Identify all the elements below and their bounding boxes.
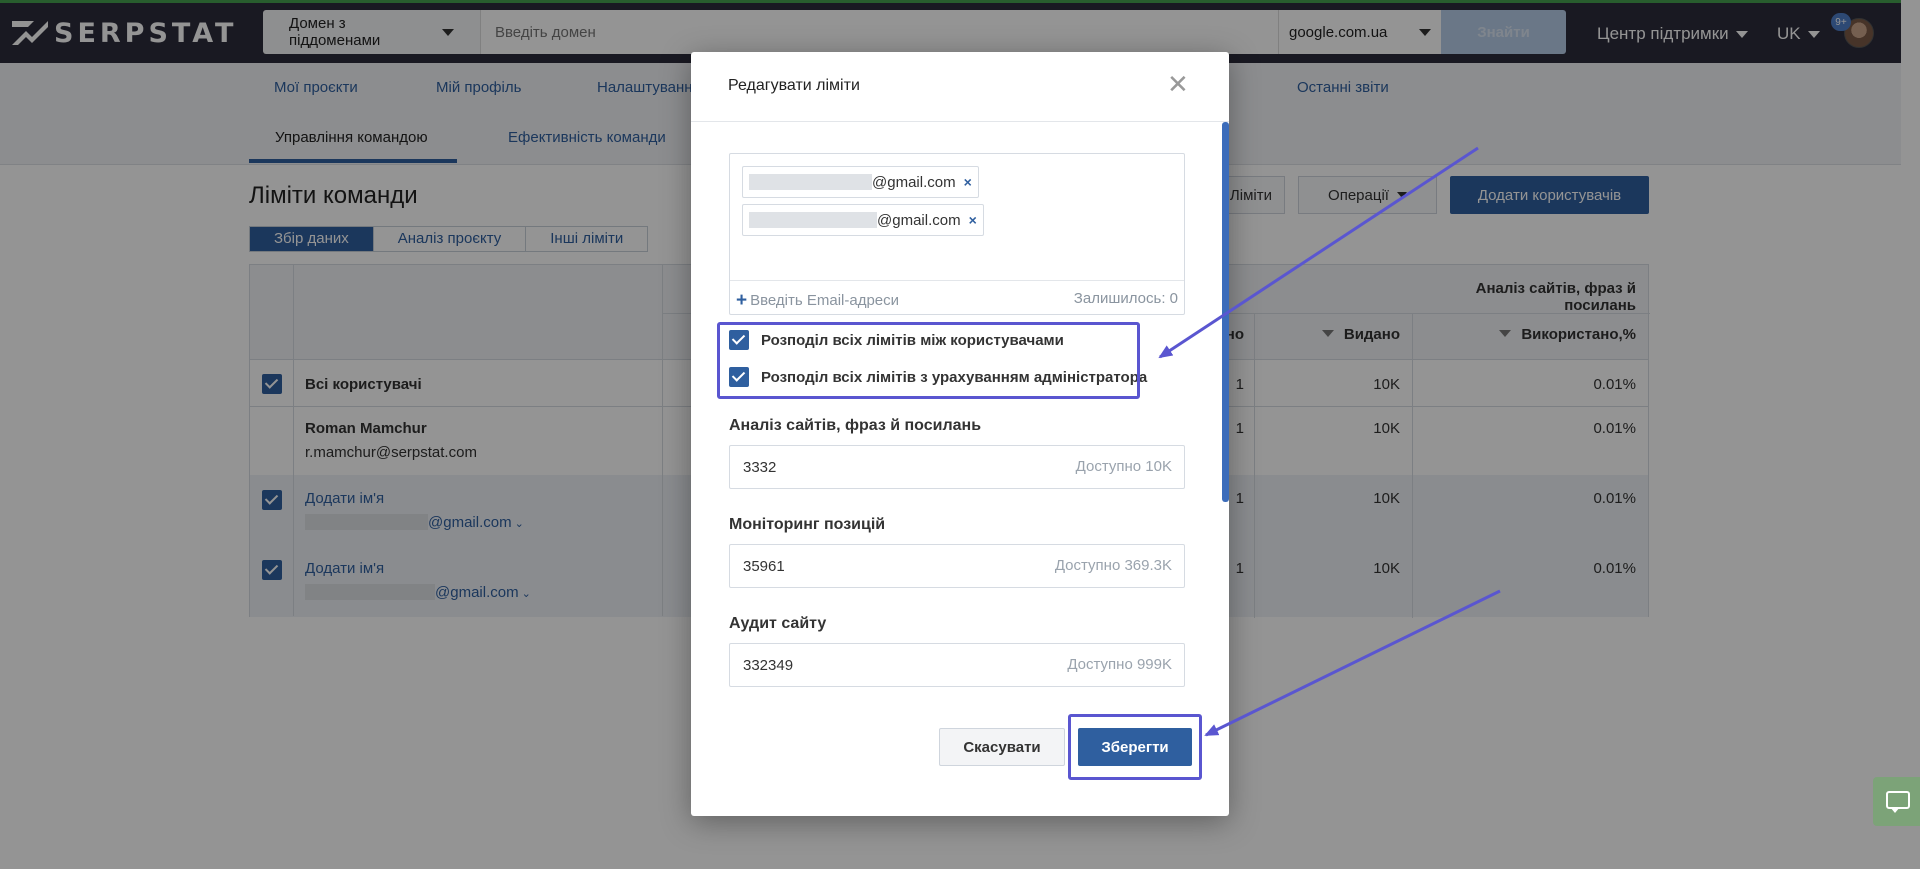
email-chip: @gmail.com × bbox=[742, 204, 984, 236]
site-audit-limit-field: Доступно 999K bbox=[729, 643, 1185, 687]
redacted-text bbox=[749, 174, 872, 190]
available-hint: Доступно 369.3K bbox=[1054, 557, 1172, 574]
modal-header: Редагувати ліміти ✕ bbox=[691, 52, 1229, 122]
email-chip-text: @gmail.com bbox=[877, 211, 961, 229]
email-recipients-box[interactable]: @gmail.com × @gmail.com × + Введіть Email… bbox=[729, 153, 1185, 315]
annotation-highlight bbox=[717, 322, 1140, 399]
position-monitoring-limit-input[interactable] bbox=[730, 545, 1030, 587]
redacted-text bbox=[749, 212, 877, 228]
field-label: Аудит сайту bbox=[729, 615, 827, 632]
field-label: Аналіз сайтів, фраз й посилань bbox=[729, 417, 982, 434]
email-chip: @gmail.com × bbox=[742, 166, 979, 198]
modal-scrollbar[interactable] bbox=[1222, 122, 1229, 502]
available-hint: Доступно 999K bbox=[1067, 656, 1172, 673]
email-input-row: + Введіть Email-адреси Залишилось: 0 bbox=[730, 280, 1184, 315]
field-label: Моніторинг позицій bbox=[729, 516, 886, 533]
available-hint: Доступно 10K bbox=[1075, 458, 1172, 475]
close-icon[interactable]: ✕ bbox=[1167, 72, 1189, 98]
remove-email-icon[interactable]: × bbox=[964, 174, 972, 190]
edit-limits-modal: Редагувати ліміти ✕ @gmail.com × @gmail.… bbox=[691, 52, 1229, 816]
modal-title: Редагувати ліміти bbox=[728, 77, 860, 94]
plus-icon: + bbox=[736, 290, 748, 311]
remaining-count: Залишилось: 0 bbox=[1073, 290, 1178, 307]
chat-widget-icon[interactable] bbox=[1873, 777, 1920, 826]
annotation-highlight bbox=[1068, 714, 1202, 780]
email-chip-text: @gmail.com bbox=[872, 173, 956, 191]
site-analysis-limit-field: Доступно 10K bbox=[729, 445, 1185, 489]
site-audit-limit-input[interactable] bbox=[730, 644, 1030, 686]
position-monitoring-limit-field: Доступно 369.3K bbox=[729, 544, 1185, 588]
add-email-placeholder: Введіть Email-адреси bbox=[750, 292, 900, 309]
remove-email-icon[interactable]: × bbox=[969, 212, 977, 228]
site-analysis-limit-input[interactable] bbox=[730, 446, 1030, 488]
cancel-button[interactable]: Скасувати bbox=[939, 728, 1065, 766]
add-email-input[interactable]: + Введіть Email-адреси bbox=[736, 290, 899, 312]
